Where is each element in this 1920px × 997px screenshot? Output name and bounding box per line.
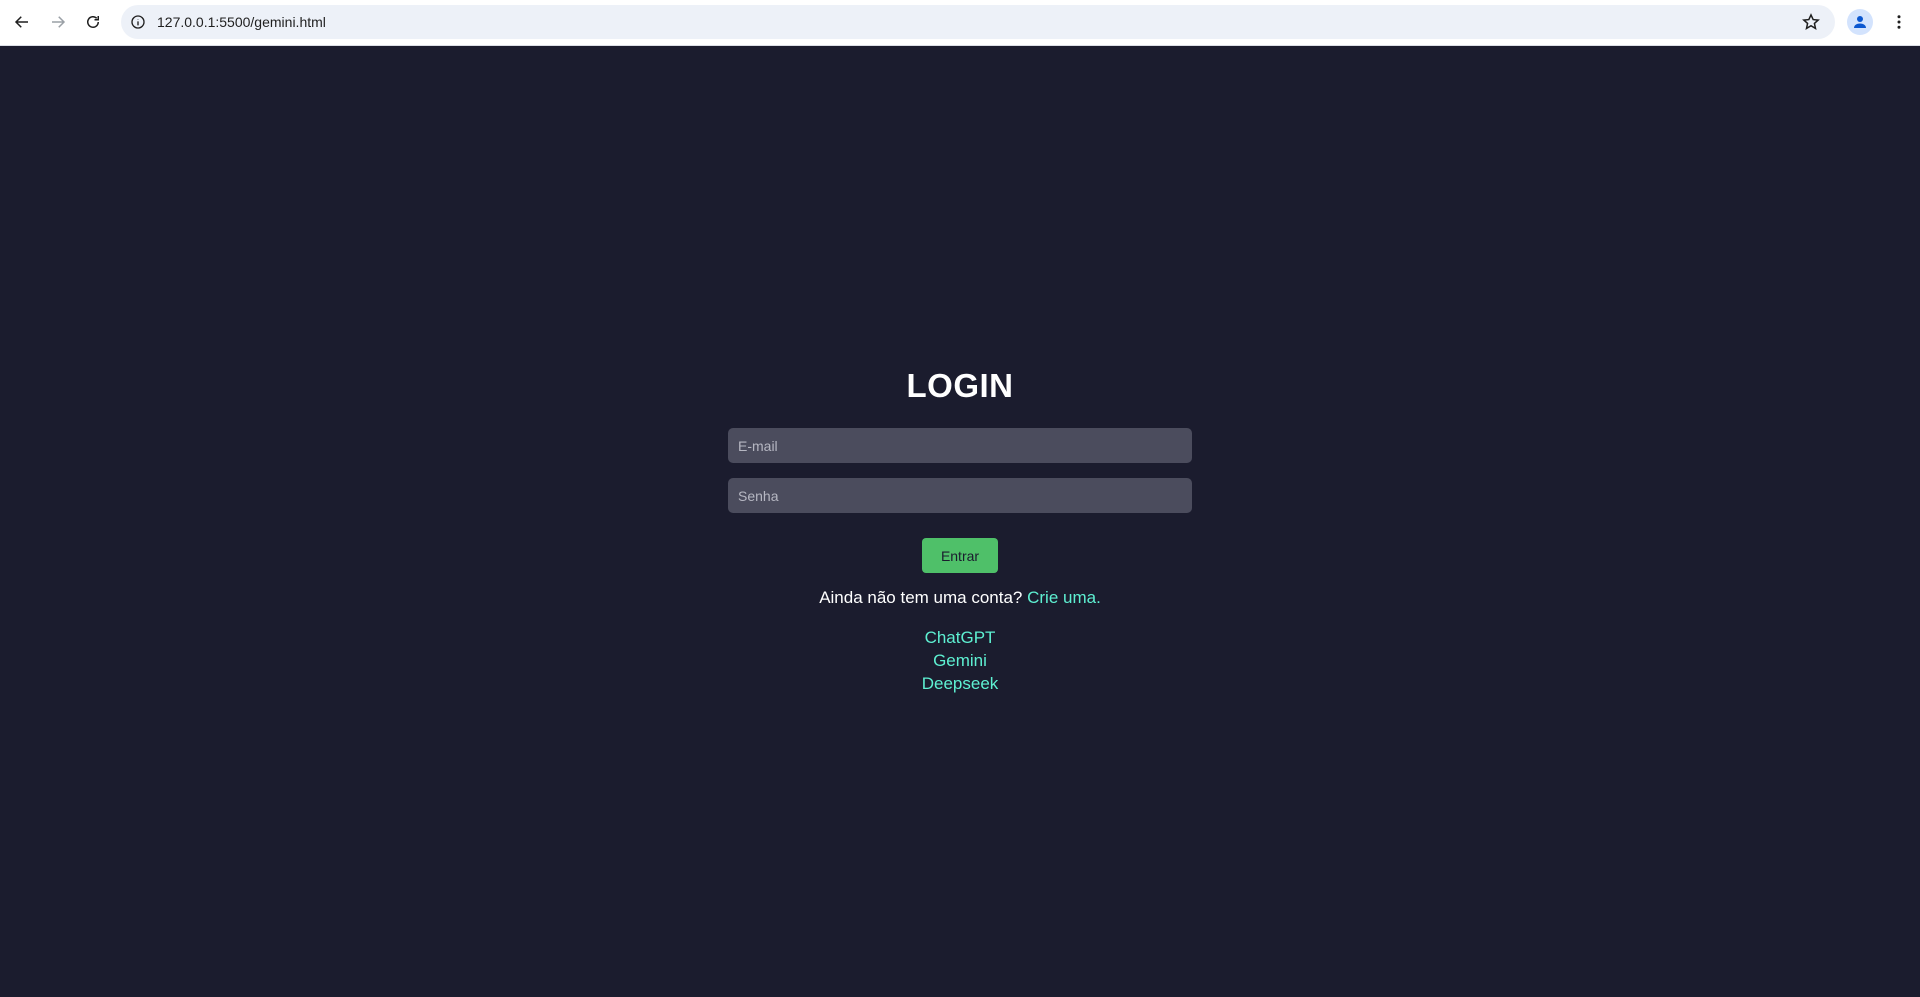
- browser-menu-button[interactable]: [1886, 9, 1912, 35]
- ai-links: ChatGPT Gemini Deepseek: [728, 626, 1192, 695]
- page-body: LOGIN Entrar Ainda não tem uma conta? Cr…: [0, 46, 1920, 997]
- kebab-menu-icon: [1897, 15, 1901, 29]
- login-form: LOGIN Entrar Ainda não tem uma conta? Cr…: [728, 366, 1192, 695]
- star-icon[interactable]: [1801, 12, 1821, 32]
- email-field[interactable]: [728, 428, 1192, 463]
- url-text[interactable]: 127.0.0.1:5500/gemini.html: [157, 14, 326, 30]
- link-gemini[interactable]: Gemini: [728, 649, 1192, 672]
- arrow-left-icon: [14, 16, 28, 28]
- page-title: LOGIN: [906, 367, 1014, 404]
- address-bar[interactable]: 127.0.0.1:5500/gemini.html: [121, 5, 1835, 39]
- arrow-right-icon: [52, 16, 66, 28]
- submit-button[interactable]: Entrar: [922, 538, 998, 573]
- info-icon[interactable]: [129, 13, 147, 31]
- back-button[interactable]: [7, 7, 37, 37]
- reload-icon: [87, 16, 99, 28]
- link-deepseek[interactable]: Deepseek: [728, 672, 1192, 695]
- signup-link[interactable]: Crie uma.: [1027, 588, 1101, 607]
- profile-button[interactable]: [1847, 9, 1873, 35]
- reload-button[interactable]: [78, 7, 108, 37]
- person-icon: [1854, 16, 1866, 28]
- password-field[interactable]: [728, 478, 1192, 513]
- browser-toolbar: 127.0.0.1:5500/gemini.html: [0, 0, 1920, 46]
- forward-button[interactable]: [43, 7, 73, 37]
- link-chatgpt[interactable]: ChatGPT: [728, 626, 1192, 649]
- signup-prompt: Ainda não tem uma conta? Crie uma.: [728, 588, 1192, 608]
- signup-text: Ainda não tem uma conta?: [819, 588, 1023, 607]
